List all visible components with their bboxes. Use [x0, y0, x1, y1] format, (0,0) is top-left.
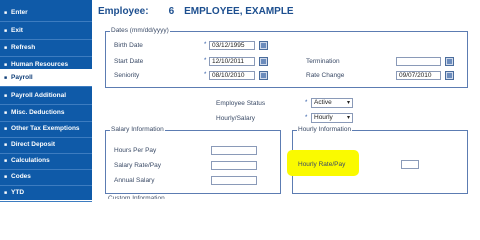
sidebar-item-label: Direct Deposit [11, 141, 56, 148]
bullet-icon: ■ [4, 27, 8, 34]
employee-name: EMPLOYEE, EXAMPLE [184, 6, 294, 17]
termination-label: Termination [306, 58, 340, 65]
bullet-icon: ■ [4, 92, 8, 99]
sidebar-item-payroll-additional[interactable]: ■ Payroll Additional [0, 87, 92, 105]
required-mark: * [305, 100, 308, 106]
birth-date-input[interactable]: 03/12/1995 [209, 41, 255, 50]
sidebar-item-label: Calculations [11, 157, 50, 164]
annual-salary-label: Annual Salary [114, 177, 155, 184]
sidebar-item-label: Refresh [11, 44, 36, 51]
annual-salary-input[interactable] [211, 176, 257, 185]
salary-rate-input[interactable] [211, 161, 257, 170]
bullet-icon: ■ [4, 189, 8, 196]
employee-status-select[interactable]: Active ▾ [311, 98, 353, 108]
calendar-icon[interactable] [259, 71, 268, 80]
calendar-icon[interactable] [259, 57, 268, 66]
sidebar-item-label: Codes [11, 173, 31, 180]
bullet-icon: ■ [4, 44, 8, 51]
salary-info-legend: Salary Information [110, 126, 165, 133]
employee-status-value: Active [314, 99, 332, 106]
sidebar-item-label: Human Resources [11, 61, 69, 68]
sidebar-item-ytd[interactable]: ■ YTD [0, 184, 92, 202]
custom-info-legend: Custom Information [108, 195, 165, 202]
sidebar-item-label: Misc. Deductions [11, 109, 65, 116]
hourly-salary-label: Hourly/Salary [216, 115, 256, 122]
bullet-icon: ■ [4, 9, 8, 16]
bullet-icon: ■ [4, 157, 8, 164]
sidebar-item-label: Enter [11, 9, 28, 16]
hourly-salary-value: Hourly [314, 114, 333, 121]
bullet-icon: ■ [4, 173, 8, 180]
chevron-down-icon: ▾ [346, 115, 350, 121]
bullet-icon: ■ [4, 125, 8, 132]
employee-label: Employee: [98, 6, 149, 17]
sidebar-item-exit[interactable]: ■ Exit [0, 22, 92, 40]
sidebar-item-label: Exit [11, 27, 23, 34]
termination-input[interactable] [396, 57, 441, 66]
sidebar-item-payroll[interactable]: ■ Payroll [0, 69, 92, 87]
birth-date-label: Birth Date [114, 42, 143, 49]
required-mark: * [204, 72, 207, 78]
hourly-rate-input[interactable] [401, 160, 419, 169]
bullet-icon: ■ [4, 141, 8, 148]
hours-per-pay-input[interactable] [211, 146, 257, 155]
seniority-label: Seniority [114, 72, 140, 79]
employee-header: Employee: 6 EMPLOYEE, EXAMPLE [98, 6, 294, 17]
sidebar-item-refresh[interactable]: ■ Refresh [0, 39, 92, 57]
salary-rate-label: Salary Rate/Pay [114, 162, 161, 169]
seniority-input[interactable]: 08/10/2010 [209, 71, 255, 80]
dates-legend: Dates (mm/dd/yyyy) [110, 27, 170, 34]
sidebar: ■ Enter ■ Exit ■ Refresh ■ Human Resources ■… [0, 0, 92, 202]
hourly-rate-label: Hourly Rate/Pay [298, 161, 346, 168]
required-mark: * [204, 58, 207, 64]
sidebar-item-label: Payroll [11, 74, 33, 81]
chevron-down-icon: ▾ [346, 100, 350, 106]
employee-status-label: Employee Status [216, 100, 266, 107]
calendar-icon[interactable] [259, 41, 268, 50]
bullet-icon: ■ [4, 61, 8, 68]
bullet-icon: ■ [4, 74, 8, 81]
required-mark: * [204, 42, 207, 48]
calendar-icon[interactable] [445, 57, 454, 66]
start-date-input[interactable]: 12/10/2011 [209, 57, 255, 66]
sidebar-item-enter[interactable]: ■ Enter [0, 4, 92, 22]
bullet-icon: ■ [4, 109, 8, 116]
start-date-label: Start Date [114, 58, 144, 65]
sidebar-item-label: YTD [11, 189, 25, 196]
calendar-icon[interactable] [445, 71, 454, 80]
sidebar-item-label: Other Tax Exemptions [11, 125, 80, 132]
sidebar-item-label: Payroll Additional [11, 92, 67, 99]
required-mark: * [305, 115, 308, 121]
employee-number: 6 [168, 6, 175, 17]
rate-change-input[interactable]: 09/07/2010 [396, 71, 441, 80]
hourly-salary-select[interactable]: Hourly ▾ [311, 113, 353, 123]
hourly-info-legend: Hourly Information [297, 126, 353, 133]
hours-per-pay-label: Hours Per Pay [114, 147, 157, 154]
rate-change-label: Rate Change [306, 72, 345, 79]
